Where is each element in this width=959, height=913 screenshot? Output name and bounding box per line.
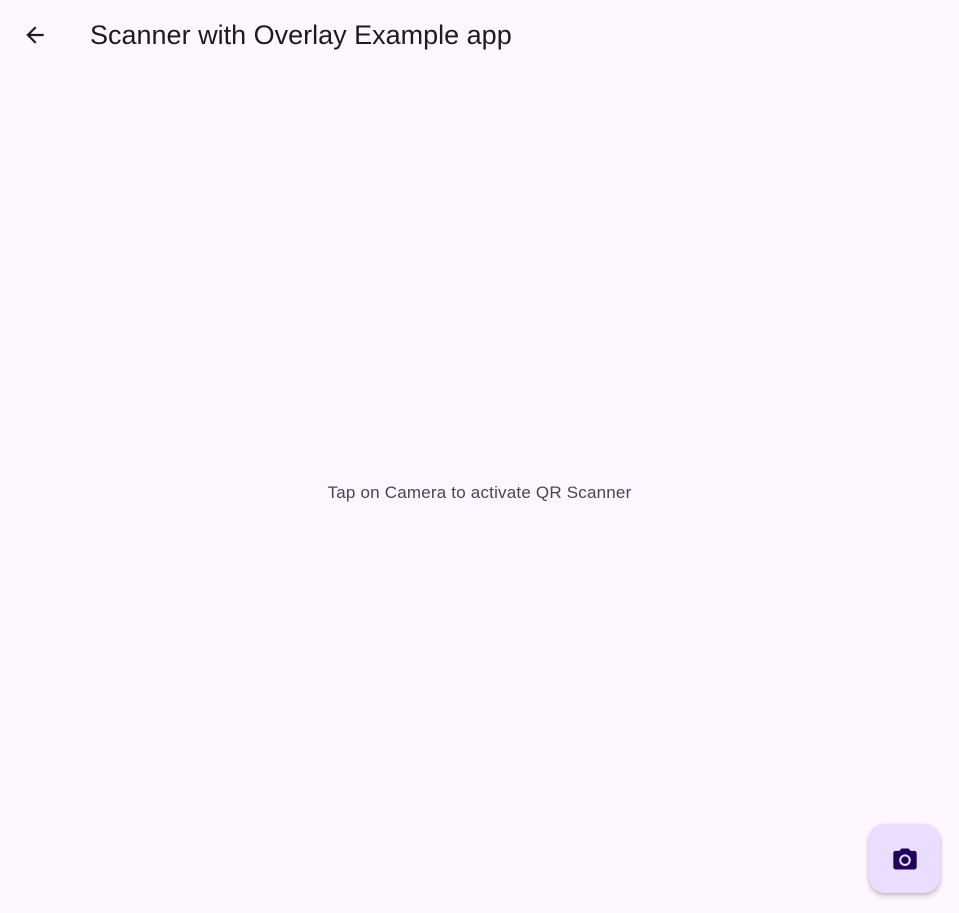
back-button[interactable] xyxy=(11,11,59,59)
main-content: Tap on Camera to activate QR Scanner xyxy=(0,70,959,913)
scanner-hint-text: Tap on Camera to activate QR Scanner xyxy=(327,483,632,502)
app-root: Scanner with Overlay Example app Tap on … xyxy=(0,0,959,913)
app-bar: Scanner with Overlay Example app xyxy=(0,0,959,70)
camera-icon xyxy=(891,845,919,873)
page-title: Scanner with Overlay Example app xyxy=(90,20,512,50)
camera-fab-button[interactable] xyxy=(869,824,940,893)
arrow-back-icon xyxy=(22,22,48,48)
